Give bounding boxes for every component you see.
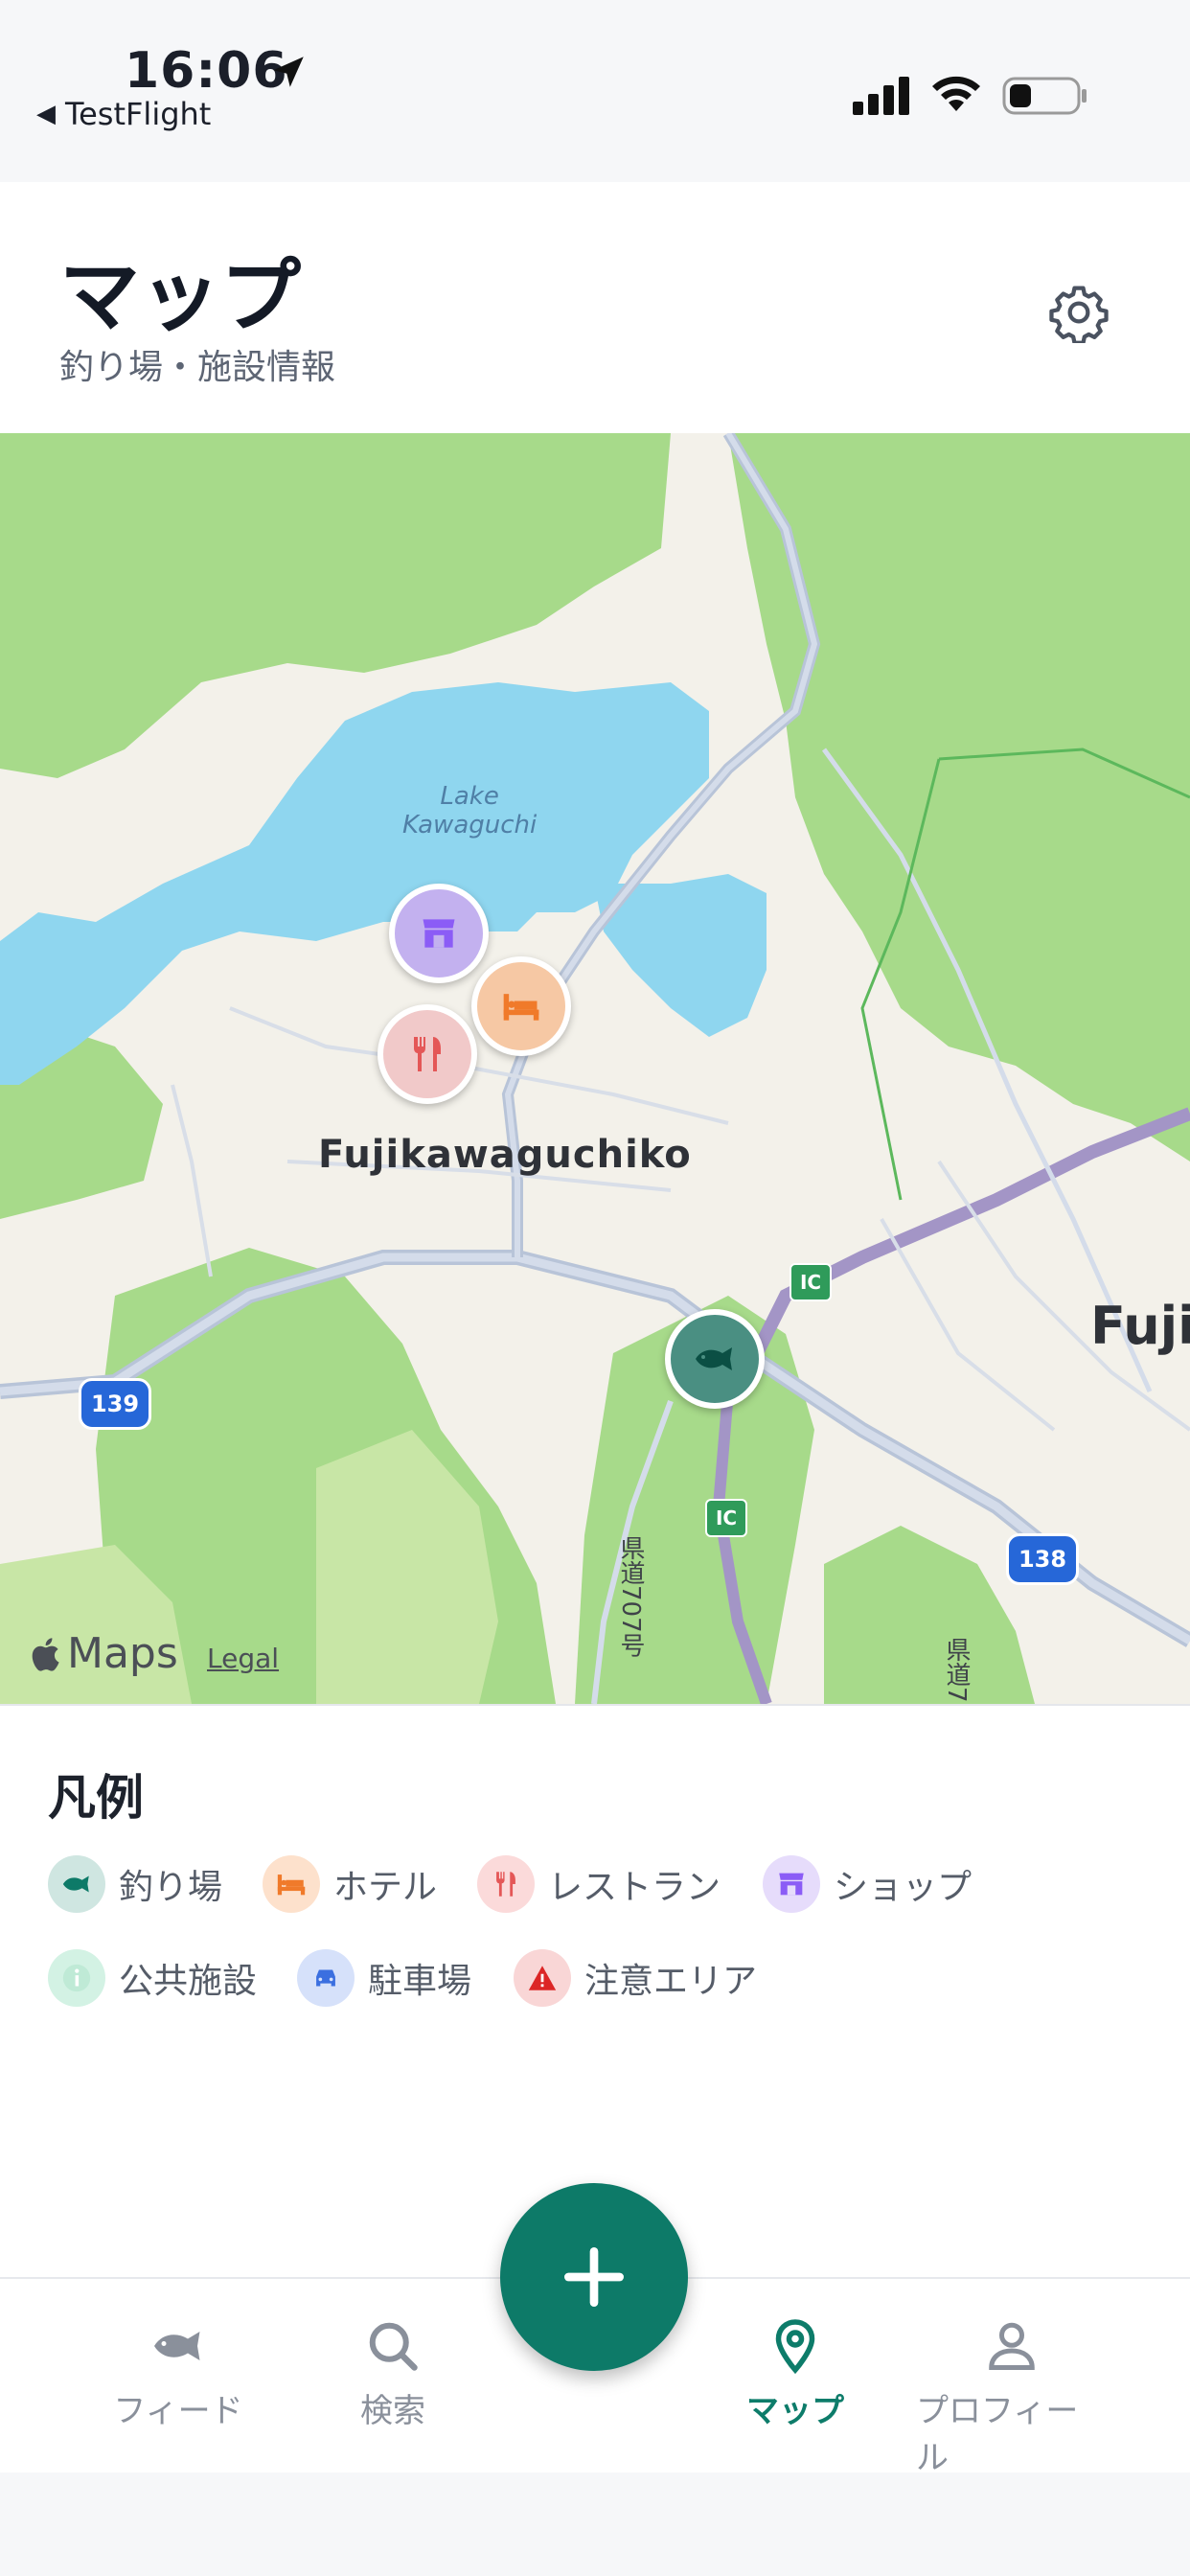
map-pin-icon	[775, 2319, 815, 2375]
utensils-icon	[414, 1037, 441, 1071]
page-title: マップ	[59, 249, 302, 343]
cell-signal-icon	[853, 77, 909, 115]
back-to-app-button[interactable]: ◀ TestFlight	[36, 96, 211, 132]
tab-label: マップ	[746, 2392, 844, 2430]
home-indicator-area	[0, 2472, 1190, 2576]
lake-label: Lake Kawaguchi	[402, 782, 537, 840]
hotel-map-pin[interactable]	[471, 956, 571, 1056]
ic-badge-1: IC	[790, 1263, 832, 1301]
route-138-shield: 138	[1006, 1533, 1079, 1585]
store-icon	[763, 1855, 820, 1913]
tab-search[interactable]: 検索	[297, 2317, 489, 2431]
store-icon	[423, 919, 455, 948]
warning-icon	[514, 1949, 571, 2007]
legend-label: ホテル	[333, 1868, 438, 1907]
fish-icon	[154, 2332, 200, 2360]
tab-profile[interactable]: プロフィール	[916, 2317, 1108, 2478]
bed-icon	[263, 1855, 320, 1913]
page-subtitle: 釣り場・施設情報	[59, 348, 336, 387]
legal-link[interactable]: Legal	[207, 1643, 279, 1674]
tab-label: 検索	[360, 2392, 425, 2430]
legend-item-hotel: ホテル	[263, 1855, 437, 1913]
info-icon	[48, 1949, 105, 2007]
status-bar: 16:06 ◀ TestFlight	[0, 0, 1190, 182]
tab-label: プロフィール	[916, 2392, 1079, 2477]
legend-item-parking: 駐車場	[297, 1949, 471, 2007]
tab-map[interactable]: マップ	[699, 2317, 891, 2431]
battery-icon	[1002, 77, 1087, 115]
bed-icon	[503, 994, 539, 1021]
lake-label-line2: Kawaguchi	[402, 811, 538, 840]
car-icon	[297, 1949, 355, 2007]
legend-item-fishing-spot: 釣り場	[48, 1855, 222, 1913]
legend-label: 注意エリア	[584, 1962, 758, 2001]
wifi-icon	[932, 76, 980, 111]
town-label: Fujikawaguchiko	[318, 1133, 692, 1177]
legend-title: 凡例	[48, 1770, 144, 1826]
legend-label: ショップ	[834, 1868, 973, 1907]
shop-map-pin[interactable]	[389, 884, 489, 983]
back-triangle-icon: ◀	[36, 100, 56, 128]
legend-item-shop: ショップ	[763, 1855, 972, 1913]
tab-feed[interactable]: フィード	[82, 2317, 274, 2431]
legend-item-public-facility: 公共施設	[48, 1949, 257, 2007]
fishing-spot-map-pin[interactable]	[665, 1309, 765, 1409]
page-header: マップ 釣り場・施設情報	[0, 182, 1190, 435]
city-label: Fujiy	[1090, 1296, 1190, 1356]
legend-item-caution-area: 注意エリア	[514, 1949, 757, 2007]
ic-badge-2: IC	[705, 1499, 747, 1537]
fish-icon	[48, 1855, 105, 1913]
route-139-shield: 139	[79, 1378, 151, 1430]
status-time: 16:06	[125, 42, 288, 100]
fish-icon	[696, 1347, 732, 1370]
legend-item-restaurant: レストラン	[477, 1855, 721, 1913]
search-icon	[369, 2322, 418, 2371]
restaurant-map-pin[interactable]	[378, 1004, 477, 1104]
add-post-button[interactable]	[500, 2183, 688, 2371]
apple-logo-icon	[32, 1637, 59, 1671]
plus-icon	[564, 2247, 624, 2307]
map-view[interactable]: Lake Kawaguchi Fujikawaguchiko Fujiy 139…	[0, 433, 1190, 1704]
legend-label: 釣り場	[119, 1868, 223, 1907]
gear-icon	[1049, 286, 1109, 343]
user-icon	[989, 2322, 1035, 2370]
location-arrow-icon	[273, 57, 304, 87]
lake-label-line1: Lake	[440, 782, 499, 811]
legend-label: 公共施設	[119, 1962, 258, 2001]
prefectural-road-label: 県道707号	[616, 1535, 645, 1658]
settings-button[interactable]	[1041, 274, 1117, 351]
maps-logo-text: Maps	[67, 1629, 178, 1678]
legend-label: 駐車場	[368, 1962, 472, 2001]
back-app-label: TestFlight	[65, 96, 212, 132]
map-base-layer	[0, 433, 1190, 1704]
utensils-icon	[477, 1855, 535, 1913]
tab-label: フィード	[113, 2392, 243, 2430]
legend-label: レストラン	[548, 1868, 721, 1907]
prefectural-road-label-2: 県道7	[942, 1637, 971, 1703]
apple-maps-logo: Maps	[29, 1629, 178, 1678]
